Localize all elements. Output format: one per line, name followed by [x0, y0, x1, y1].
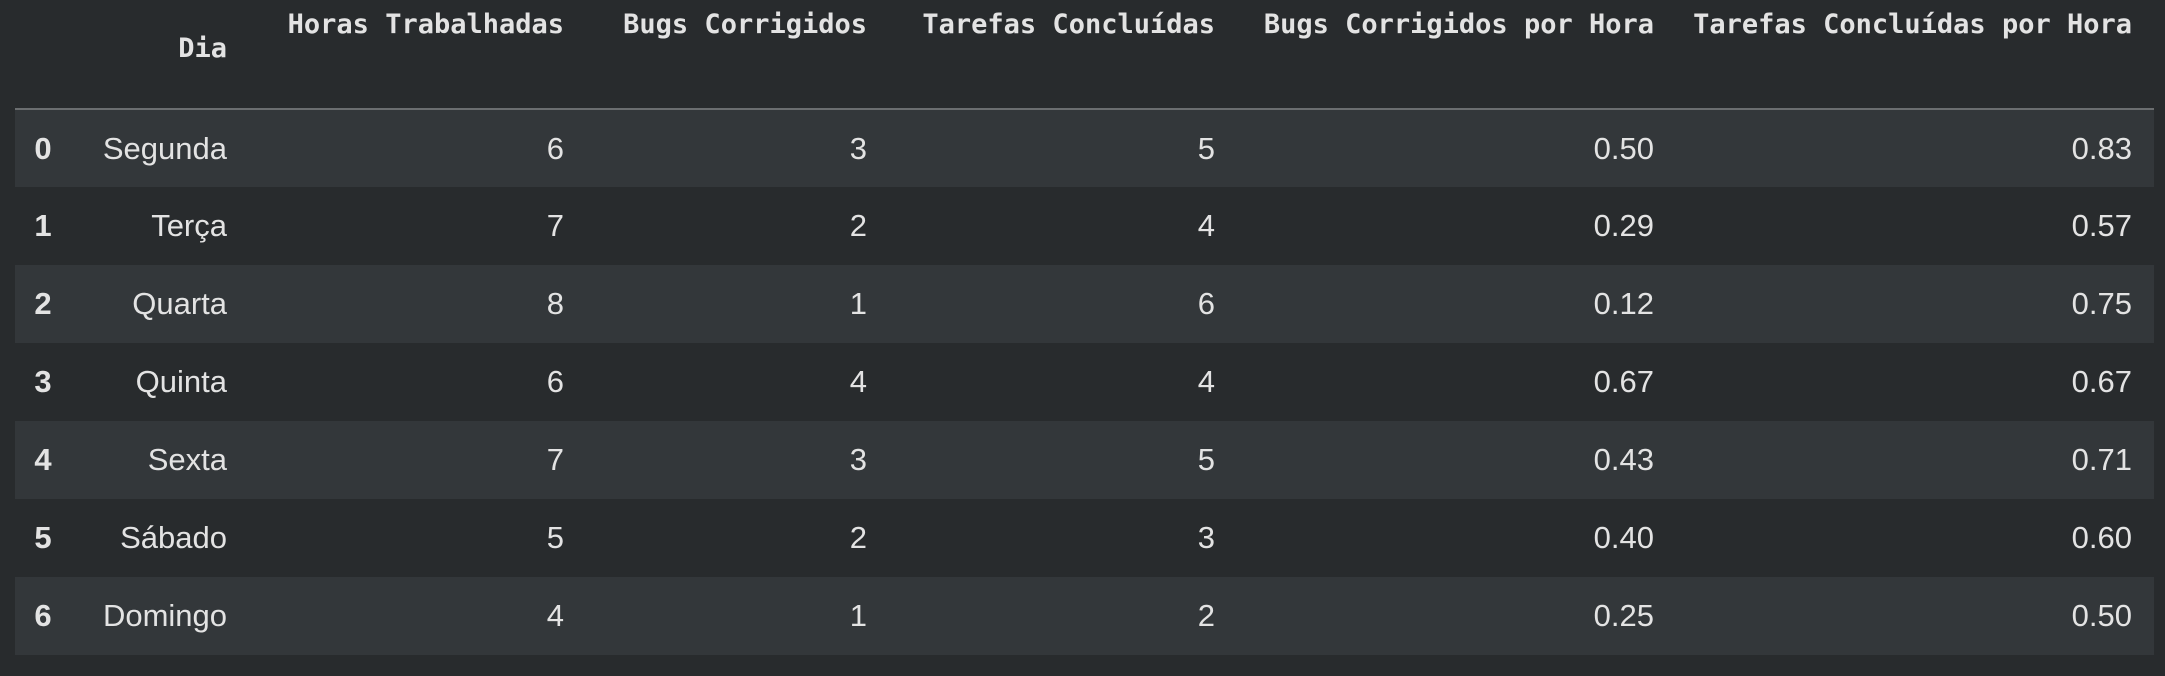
cell-bugs-hora: 0.40 — [1593, 520, 1654, 555]
table-row: 2 Quarta 8 1 6 0.12 0.75 — [15, 265, 2154, 343]
row-index: 2 — [34, 286, 52, 321]
dataframe-table: Dia Horas Trabalhadas Bugs Corrigidos Ta… — [15, 0, 2154, 655]
cell-tarefas: 4 — [1197, 208, 1215, 243]
cell-tarefas-hora: 0.83 — [2071, 130, 2132, 166]
cell-bugs: 4 — [849, 364, 867, 399]
row-index: 0 — [34, 130, 52, 166]
row-index: 1 — [34, 208, 52, 243]
cell-tarefas: 4 — [1197, 364, 1215, 399]
header-bugs-por-hora: Bugs Corrigidos por Hora — [1237, 0, 1676, 110]
row-index: 6 — [34, 598, 52, 633]
cell-dia: Quinta — [135, 364, 227, 399]
cell-tarefas: 6 — [1197, 286, 1215, 321]
cell-tarefas-hora: 0.71 — [2071, 442, 2132, 477]
table-row: 5 Sábado 5 2 3 0.40 0.60 — [15, 499, 2154, 577]
cell-tarefas: 5 — [1197, 130, 1215, 166]
cell-horas: 7 — [546, 442, 564, 477]
cell-tarefas-hora: 0.57 — [2071, 208, 2132, 243]
row-index: 3 — [34, 364, 52, 399]
cell-tarefas-hora: 0.60 — [2071, 520, 2132, 555]
dataframe-output: Dia Horas Trabalhadas Bugs Corrigidos Ta… — [0, 0, 2165, 676]
cell-bugs: 1 — [849, 598, 867, 633]
cell-bugs-hora: 0.67 — [1593, 364, 1654, 399]
cell-tarefas: 5 — [1197, 442, 1215, 477]
table-row: 3 Quinta 6 4 4 0.67 0.67 — [15, 343, 2154, 421]
cell-tarefas-hora: 0.75 — [2071, 286, 2132, 321]
cell-bugs-hora: 0.29 — [1593, 208, 1654, 243]
cell-tarefas-hora: 0.67 — [2071, 364, 2132, 399]
header-dia: Dia — [71, 0, 249, 110]
cell-tarefas: 2 — [1197, 598, 1215, 633]
table-row: 4 Sexta 7 3 5 0.43 0.71 — [15, 421, 2154, 499]
header-horas-trabalhadas: Horas Trabalhadas — [249, 0, 586, 110]
cell-bugs: 3 — [849, 442, 867, 477]
cell-tarefas: 3 — [1197, 520, 1215, 555]
header-row: Dia Horas Trabalhadas Bugs Corrigidos Ta… — [15, 0, 2154, 110]
cell-horas: 6 — [546, 130, 564, 166]
row-index: 5 — [34, 520, 52, 555]
table-row: 6 Domingo 4 1 2 0.25 0.50 — [15, 577, 2154, 655]
cell-dia: Terça — [151, 208, 227, 243]
cell-horas: 5 — [546, 520, 564, 555]
cell-horas: 7 — [546, 208, 564, 243]
cell-bugs-hora: 0.43 — [1593, 442, 1654, 477]
table-row: 0 Segunda 6 3 5 0.50 0.83 — [15, 109, 2154, 187]
cell-tarefas-hora: 0.50 — [2071, 598, 2132, 633]
row-index: 4 — [34, 442, 52, 477]
cell-bugs: 2 — [849, 520, 867, 555]
cell-horas: 4 — [546, 598, 564, 633]
header-tarefas-por-hora: Tarefas Concluídas por Hora — [1676, 0, 2154, 110]
cell-bugs: 1 — [849, 286, 867, 321]
cell-horas: 8 — [546, 286, 564, 321]
cell-dia: Quarta — [132, 286, 227, 321]
cell-dia: Sábado — [120, 520, 227, 555]
cell-bugs-hora: 0.12 — [1593, 286, 1654, 321]
cell-dia: Domingo — [102, 598, 227, 633]
header-tarefas-concluidas: Tarefas Concluídas — [889, 0, 1237, 110]
cell-horas: 6 — [546, 364, 564, 399]
cell-bugs: 3 — [849, 130, 867, 166]
cell-dia: Segunda — [102, 130, 227, 166]
header-index — [15, 0, 71, 110]
cell-bugs: 2 — [849, 208, 867, 243]
table-row: 1 Terça 7 2 4 0.29 0.57 — [15, 187, 2154, 265]
cell-dia: Sexta — [147, 442, 227, 477]
cell-bugs-hora: 0.25 — [1593, 598, 1654, 633]
header-bugs-corrigidos: Bugs Corrigidos — [586, 0, 889, 110]
cell-bugs-hora: 0.50 — [1593, 130, 1654, 166]
